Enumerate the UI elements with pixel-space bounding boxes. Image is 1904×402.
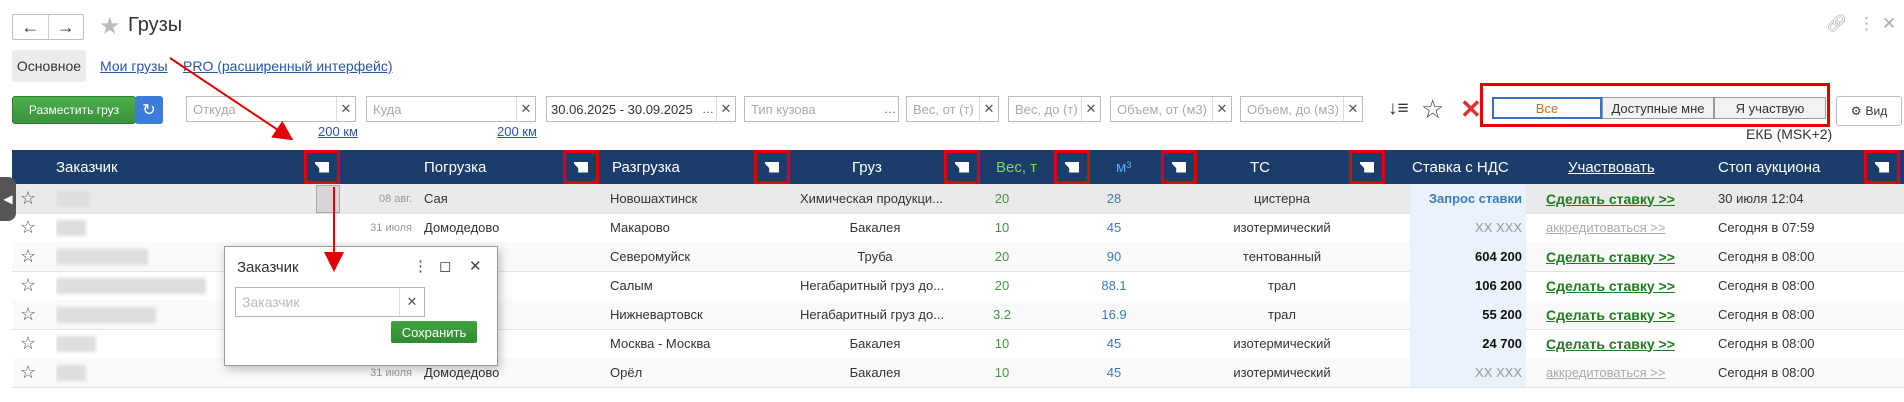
col-unloading[interactable]: Разгрузка (612, 150, 680, 184)
forward-arrow-icon[interactable]: → (49, 15, 84, 39)
row-star-icon[interactable]: ☆ (20, 358, 44, 387)
clear-icon[interactable]: ✕ (1081, 97, 1100, 121)
gear-icon: ⚙ (1850, 104, 1862, 118)
bottom-edge (0, 392, 1904, 402)
col-auction-stop[interactable]: Стоп аукциона (1718, 150, 1820, 184)
tab-pro[interactable]: PRO (расширенный интерфейс) (183, 58, 393, 74)
place-cargo-button[interactable]: Разместить груз (12, 96, 136, 124)
to-input[interactable]: Куда ✕ (366, 96, 536, 122)
clear-icon[interactable]: ✕ (516, 97, 535, 121)
filter-unloading-icon[interactable] (754, 150, 790, 184)
volume-to-input[interactable]: Объем, до (м3) ✕ (1240, 96, 1363, 122)
col-rate[interactable]: Ставка с НДС (1412, 150, 1509, 184)
filter-loading-icon[interactable] (563, 150, 599, 184)
filter-cargo-icon[interactable] (944, 150, 980, 184)
filter-customer-icon[interactable] (304, 150, 340, 184)
customer-blurred (56, 248, 148, 265)
radius-from-link[interactable]: 200 км (318, 124, 358, 139)
customer-filter-popup: Заказчик ⋮ ◻ ✕ Заказчик ✕ Сохранить (224, 246, 498, 366)
segment-participating[interactable]: Я участвую (1714, 97, 1826, 119)
clear-icon[interactable]: ✕ (1212, 97, 1231, 121)
maximize-icon[interactable]: ◻ (439, 257, 451, 275)
weight-to-input[interactable]: Вес, до (т) ✕ (1008, 96, 1101, 122)
filter-volume-icon[interactable] (1161, 150, 1197, 184)
close-icon[interactable]: ✕ (469, 257, 482, 275)
col-weight[interactable]: Вес, т (996, 150, 1037, 184)
side-panel-toggle[interactable]: ◀ (0, 177, 16, 221)
save-button[interactable]: Сохранить (391, 321, 477, 343)
refresh-icon: ↻ (142, 102, 156, 119)
customer-filter-input[interactable]: Заказчик ✕ (235, 287, 425, 317)
row-star-icon[interactable]: ☆ (20, 213, 44, 242)
segment-available[interactable]: Доступные мне (1602, 97, 1714, 119)
col-cargo[interactable]: Груз (852, 150, 882, 184)
make-bid-link[interactable]: Сделать ставку >> (1546, 300, 1706, 329)
clear-icon[interactable]: ✕ (716, 97, 735, 121)
date-range-input[interactable]: 30.06.2025 - 30.09.2025 … ✕ (546, 96, 736, 122)
tab-main[interactable]: Основное (12, 50, 86, 82)
accredit-link[interactable]: аккредитоваться >> (1546, 213, 1706, 242)
history-nav: ← → (12, 14, 84, 40)
clear-icon[interactable]: ✕ (336, 97, 355, 121)
table-row[interactable]: ☆ 08 авг. Сая Новошахтинск Химическая пр… (12, 184, 1904, 214)
more-vert-icon[interactable]: ⋮ (413, 257, 428, 275)
make-bid-link[interactable]: Сделать ставку >> (1546, 242, 1706, 271)
col-participate[interactable]: Участвовать (1568, 150, 1655, 184)
popup-title: Заказчик (237, 259, 299, 276)
chevron-left-icon: ◀ (3, 192, 13, 206)
clear-icon[interactable]: ✕ (979, 97, 998, 121)
make-bid-link[interactable]: Сделать ставку >> (1546, 184, 1706, 213)
favorite-star-icon[interactable]: ★ (99, 12, 121, 41)
weight-from-input[interactable]: Вес, от (т) ✕ (906, 96, 999, 122)
make-bid-link[interactable]: Сделать ставку >> (1546, 329, 1706, 358)
radius-to-link[interactable]: 200 км (497, 124, 537, 139)
link-icon[interactable]: 🔗︎ (1826, 14, 1848, 34)
table-row[interactable]: ☆ 31 июля Домодедово Макарово Бакалея 10… (12, 213, 1904, 243)
customer-filter-cell[interactable] (316, 185, 340, 213)
make-bid-link[interactable]: Сделать ставку >> (1546, 271, 1706, 300)
page-title: Грузы (128, 14, 183, 36)
favorites-filter-star-icon[interactable]: ☆ (1421, 94, 1444, 125)
col-customer[interactable]: Заказчик (56, 150, 118, 184)
col-loading[interactable]: Погрузка (424, 150, 486, 184)
more-icon[interactable]: … (700, 97, 716, 121)
filter-auction-stop-icon[interactable] (1864, 150, 1900, 184)
row-star-icon[interactable]: ☆ (20, 329, 44, 358)
customer-blurred (56, 306, 156, 323)
reset-filters-icon[interactable]: ✕ (1460, 94, 1482, 125)
more-icon[interactable]: … (882, 97, 898, 121)
col-vehicle[interactable]: ТС (1250, 150, 1270, 184)
refresh-button[interactable]: ↻ (135, 96, 163, 124)
segment-all[interactable]: Все (1492, 97, 1602, 119)
more-vert-icon[interactable]: ⋮ (1858, 14, 1875, 34)
customer-blurred (56, 219, 86, 236)
filter-weight-icon[interactable] (1054, 150, 1090, 184)
volume-from-input[interactable]: Объем, от (м3) ✕ (1110, 96, 1232, 122)
customer-blurred (56, 364, 86, 381)
timezone-label: ЕКБ (MSK+2) (1746, 126, 1833, 142)
row-star-icon[interactable]: ☆ (20, 271, 44, 300)
close-icon[interactable]: ✕ (1882, 14, 1896, 34)
accredit-link[interactable]: аккредитоваться >> (1546, 358, 1706, 387)
row-star-icon[interactable]: ☆ (20, 300, 44, 329)
tab-my-cargo[interactable]: Мои грузы (100, 58, 168, 74)
view-button[interactable]: ⚙ Вид (1836, 96, 1902, 126)
body-type-input[interactable]: Тип кузова … (744, 96, 899, 122)
col-volume[interactable]: м³ (1116, 150, 1131, 184)
row-star-icon[interactable]: ☆ (20, 242, 44, 271)
clear-icon[interactable]: ✕ (399, 288, 424, 316)
customer-blurred (56, 190, 90, 207)
clear-icon[interactable]: ✕ (1343, 97, 1362, 121)
filter-vehicle-icon[interactable] (1349, 150, 1385, 184)
row-star-icon[interactable]: ☆ (20, 184, 44, 213)
customer-blurred (56, 335, 96, 352)
sort-icon[interactable]: ↓≡ (1388, 98, 1409, 120)
back-arrow-icon[interactable]: ← (13, 15, 49, 39)
from-input[interactable]: Откуда ✕ (186, 96, 356, 122)
customer-blurred (56, 277, 206, 294)
